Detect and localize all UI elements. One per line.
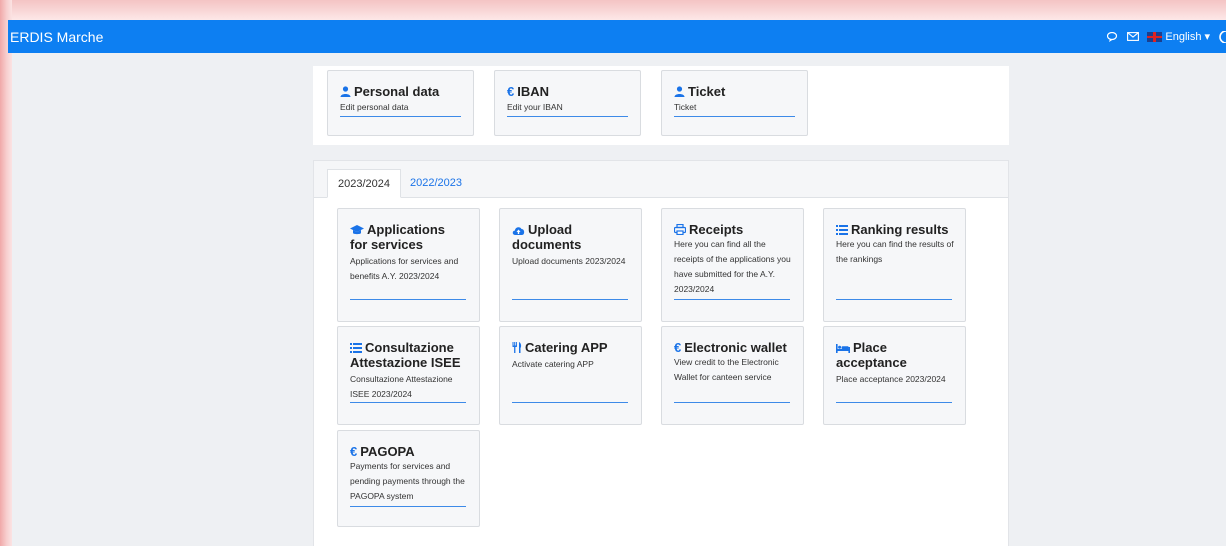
mail-icon[interactable] (1127, 32, 1140, 41)
window-edge-left (0, 0, 12, 546)
card-iban[interactable]: € IBAN Edit your IBAN (494, 70, 641, 136)
tab-2023-2024[interactable]: 2023/2024 (327, 169, 401, 198)
card-underline (350, 299, 466, 300)
card-desc-line: benefits A.Y. 2023/2024 (350, 271, 440, 281)
card-underline (836, 299, 952, 300)
cutlery-icon (512, 342, 522, 353)
card-title-text: Personal data (354, 84, 440, 99)
card-desc-line: 2023/2024 (674, 284, 715, 294)
card-title-text: documents (512, 237, 582, 252)
card-desc-line: Place acceptance 2023/2024 (836, 374, 946, 384)
card-desc-line: Here you can find the results of (836, 239, 954, 249)
top-navbar: ERDIS Marche English ▾ (8, 20, 1226, 53)
user-icon (340, 86, 351, 97)
brand-title[interactable]: ERDIS Marche (8, 29, 103, 45)
card-desc-line: have submitted for the A.Y. (674, 269, 775, 279)
card-desc-line: Consultazione Attestazione (350, 374, 453, 384)
card-desc-line: PAGOPA system (350, 491, 414, 501)
card-desc-line: Payments for services and (350, 461, 451, 471)
card-applications[interactable]: Applications for services Applications fo… (337, 208, 480, 322)
card-ranking-results[interactable]: Ranking results Here you can find the re… (823, 208, 966, 322)
card-receipts[interactable]: Receipts Here you can find all the receip… (661, 208, 804, 322)
card-catering-app[interactable]: Catering APP Activate catering APP (499, 326, 642, 425)
card-ticket[interactable]: Ticket Ticket (661, 70, 808, 136)
card-desc-line: Activate catering APP (512, 359, 594, 369)
printer-icon (673, 223, 687, 236)
card-title-text: Catering APP (525, 340, 608, 355)
card-desc-line: Applications for services and (350, 256, 459, 266)
card-desc-line: View credit to the Electronic (674, 357, 779, 367)
card-title-text: Ranking results (851, 222, 949, 237)
caret-down-icon: ▾ (1204, 31, 1210, 43)
card-underline (507, 116, 628, 117)
list-icon (836, 225, 848, 235)
card-title-text: IBAN (517, 84, 550, 99)
year-tabs: 2023/2024 2022/2023 (314, 161, 1008, 198)
card-electronic-wallet[interactable]: € Electronic wallet View credit to the El… (661, 326, 804, 425)
graduation-cap-icon (350, 225, 364, 235)
window-edge-top (0, 0, 1226, 20)
card-consultazione-isee[interactable]: Consultazione Attestazione ISEE Consultaz… (337, 326, 480, 425)
tab-2022-2023[interactable]: 2022/2023 (400, 169, 472, 198)
card-desc: Edit your IBAN (507, 102, 563, 112)
euro-icon: € (350, 444, 358, 459)
card-title-text: Consultazione (365, 340, 454, 355)
card-pagopa[interactable]: € PAGOPA Payments for services and pending… (337, 430, 480, 527)
profile-panel: Personal data Edit personal data € IBAN E… (313, 66, 1009, 145)
card-underline (674, 402, 790, 403)
chat-icon[interactable] (1107, 31, 1119, 42)
language-selector[interactable]: English ▾ (1147, 30, 1210, 43)
card-underline (674, 299, 790, 300)
card-desc-line: pending payments through the (350, 476, 465, 486)
card-place-acceptance[interactable]: Place acceptance Place acceptance 2023/20… (823, 326, 966, 425)
card-title-text: Attestazione ISEE (350, 355, 461, 370)
card-title-text: Upload (528, 222, 573, 237)
euro-icon: € (674, 340, 682, 355)
card-upload-documents[interactable]: Upload documents Upload documents 2023/20… (499, 208, 642, 322)
user-circle-icon[interactable] (1218, 30, 1226, 43)
card-title-text: for services (350, 237, 423, 252)
bed-icon (836, 344, 850, 353)
card-title-text: Ticket (688, 84, 726, 99)
card-desc: Edit personal data (340, 102, 409, 112)
card-desc-line: Wallet for canteen service (674, 372, 772, 382)
card-personal-data[interactable]: Personal data Edit personal data (327, 70, 474, 136)
card-desc-line: Upload documents 2023/2024 (512, 256, 626, 266)
card-title-text: acceptance (836, 355, 907, 370)
card-desc: Ticket (674, 102, 697, 112)
card-title-text: Place (853, 340, 887, 355)
card-desc-line: ISEE 2023/2024 (350, 389, 412, 399)
card-title-text: PAGOPA (360, 444, 415, 459)
card-title-text: Electronic wallet (684, 340, 787, 355)
card-desc-line: the rankings (836, 254, 883, 264)
card-underline (512, 402, 628, 403)
language-label: English (1165, 30, 1202, 43)
services-panel: 2023/2024 2022/2023 Applications for serv… (313, 160, 1009, 546)
card-desc-line: Here you can find all the (674, 239, 766, 249)
card-underline (836, 402, 952, 403)
euro-icon: € (507, 84, 515, 99)
user-icon (674, 86, 685, 97)
uk-flag-icon (1147, 31, 1163, 42)
card-underline (674, 116, 795, 117)
card-underline (350, 506, 466, 507)
card-underline (350, 402, 466, 403)
cloud-upload-icon (512, 227, 525, 235)
card-underline (340, 116, 461, 117)
list-icon (350, 343, 362, 353)
card-title-text: Receipts (689, 222, 744, 237)
card-underline (512, 299, 628, 300)
card-desc-line: receipts of the applications you (674, 254, 791, 264)
card-title-text: Applications (367, 222, 446, 237)
